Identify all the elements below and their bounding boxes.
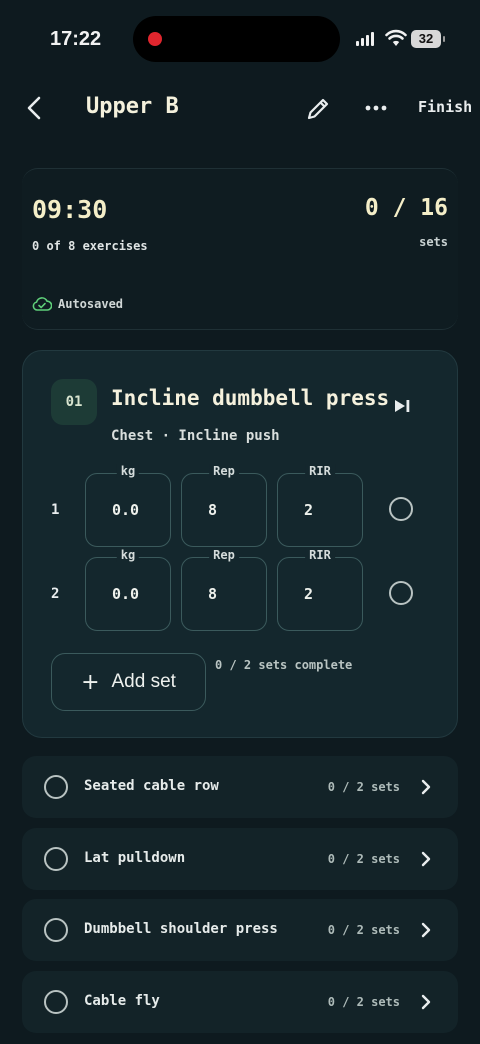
skip-next-icon[interactable]: [391, 396, 413, 416]
reps-value: 8: [208, 585, 218, 603]
set-complete-checkbox[interactable]: [389, 581, 413, 605]
reps-value: 8: [208, 501, 218, 519]
chevron-right-icon: [421, 779, 431, 795]
exercise-list-sets: 0 / 2 sets: [327, 923, 400, 937]
exercise-list-sets: 0 / 2 sets: [327, 852, 400, 866]
reps-input[interactable]: Rep 8: [181, 548, 267, 631]
status-bar: 17:22 32: [0, 0, 480, 80]
exercise-list-name: Dumbbell shoulder press: [84, 921, 278, 937]
autosave-status: Autosaved: [32, 297, 123, 311]
exercise-list-item[interactable]: Lat pulldown 0 / 2 sets: [22, 828, 458, 890]
weight-label: kg: [116, 548, 140, 562]
rir-value: 2: [304, 501, 314, 519]
exercise-status-circle-icon: [44, 918, 68, 942]
active-exercise-card: 01 Incline dumbbell press Chest · Inclin…: [22, 350, 458, 738]
sets-complete-status: 0 / 2 sets complete: [215, 658, 353, 672]
add-set-label: Add set: [111, 671, 176, 692]
edit-pencil-icon[interactable]: [304, 95, 332, 123]
weight-value: 0.0: [112, 585, 140, 603]
workout-title: Upper B: [86, 94, 179, 119]
set-row: 1 kg 0.0 Rep 8 RIR 2: [23, 464, 459, 547]
sets-label: sets: [419, 235, 448, 249]
weight-label: kg: [116, 464, 140, 478]
sets-progress: 0 / 16: [364, 195, 448, 221]
exercise-status-circle-icon: [44, 990, 68, 1014]
battery-icon: 32: [411, 30, 445, 48]
set-number: 2: [51, 586, 60, 602]
weight-input[interactable]: kg 0.0: [85, 464, 171, 547]
exercises-progress: 0 of 8 exercises: [32, 239, 148, 253]
rir-value: 2: [304, 585, 314, 603]
reps-input[interactable]: Rep 8: [181, 464, 267, 547]
weight-input[interactable]: kg 0.0: [85, 548, 171, 631]
recording-indicator-icon: [148, 32, 162, 46]
more-options-icon[interactable]: [362, 96, 390, 120]
workout-header: Upper B Finish: [0, 84, 480, 132]
status-time: 17:22: [50, 28, 102, 50]
add-set-button[interactable]: + Add set: [51, 653, 206, 711]
workout-summary-card: 09:30 0 of 8 exercises 0 / 16 sets Autos…: [22, 168, 458, 330]
autosave-label: Autosaved: [58, 297, 124, 311]
reps-label: Rep: [209, 548, 239, 562]
exercise-list-name: Lat pulldown: [84, 850, 186, 866]
exercise-status-circle-icon: [44, 847, 68, 871]
cellular-signal-icon: [356, 32, 374, 46]
reps-label: Rep: [209, 464, 239, 478]
rir-label: RIR: [305, 464, 335, 478]
exercise-meta: Chest · Incline push: [111, 428, 280, 444]
exercise-list-sets: 0 / 2 sets: [327, 780, 400, 794]
chevron-right-icon: [421, 851, 431, 867]
set-row: 2 kg 0.0 Rep 8 RIR 2: [23, 548, 459, 631]
finish-button[interactable]: Finish: [418, 98, 472, 116]
chevron-right-icon: [421, 922, 431, 938]
rir-input[interactable]: RIR 2: [277, 548, 363, 631]
exercise-list-name: Cable fly: [84, 993, 160, 1009]
dynamic-island: [133, 16, 340, 62]
exercise-list-name: Seated cable row: [84, 778, 219, 794]
exercise-list-sets: 0 / 2 sets: [327, 995, 400, 1009]
exercise-list-item[interactable]: Cable fly 0 / 2 sets: [22, 971, 458, 1033]
exercise-name: Incline dumbbell press: [111, 386, 390, 410]
workout-timer: 09:30: [32, 195, 108, 224]
wifi-icon: [385, 29, 407, 46]
chevron-right-icon: [421, 994, 431, 1010]
rir-input[interactable]: RIR 2: [277, 464, 363, 547]
weight-value: 0.0: [112, 501, 140, 519]
rir-label: RIR: [305, 548, 335, 562]
exercise-list-item[interactable]: Dumbbell shoulder press 0 / 2 sets: [22, 899, 458, 961]
back-button[interactable]: [22, 94, 48, 122]
exercise-list-item[interactable]: Seated cable row 0 / 2 sets: [22, 756, 458, 818]
set-number: 1: [51, 502, 60, 518]
plus-icon: +: [81, 669, 100, 695]
set-complete-checkbox[interactable]: [389, 497, 413, 521]
cloud-check-icon: [32, 297, 52, 311]
exercise-status-circle-icon: [44, 775, 68, 799]
exercise-number-badge: 01: [51, 379, 97, 425]
